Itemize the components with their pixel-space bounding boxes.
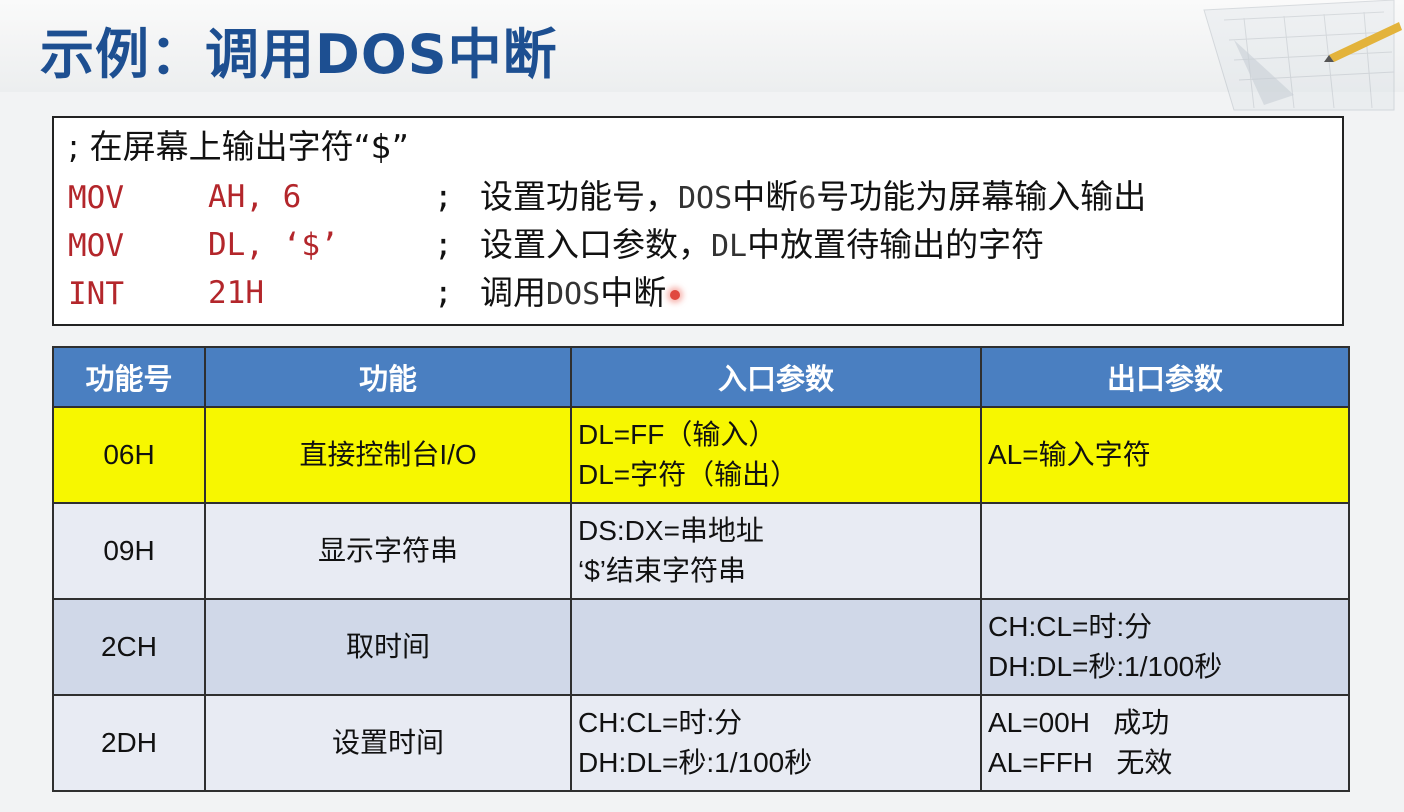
cell-entry-params — [570, 598, 982, 696]
code-comment-line: ; 在屏幕上输出字符“$” — [68, 127, 409, 166]
code-semicolon: ; — [434, 179, 453, 215]
cell-function-number: 2CH — [52, 598, 206, 696]
cell-function: 设置时间 — [204, 694, 572, 792]
code-comment: 设置功能号，DOS中断6号功能为屏幕输入输出 — [480, 177, 1147, 216]
table-header-row: 功能号 功能 入口参数 出口参数 — [52, 346, 1350, 408]
header-entry-params: 入口参数 — [570, 346, 982, 408]
code-opcode: MOV — [68, 180, 124, 216]
cell-function-number: 09H — [52, 502, 206, 600]
cell-exit-params: AL=输入字符 — [980, 406, 1350, 504]
cell-exit-params: CH:CL=时:分 DH:DL=秒:1/100秒 — [980, 598, 1350, 696]
cell-function-number: 2DH — [52, 694, 206, 792]
drafting-tools-decoration — [1203, 0, 1402, 111]
code-line-2: MOV DL, ‘$’ ; 设置入口参数，DL中放置待输出的字符 — [68, 222, 1328, 268]
header-function-number: 功能号 — [52, 346, 206, 408]
cell-entry-params: DL=FF（输入） DL=字符（输出） — [570, 406, 982, 504]
slide-title: 示例：调用DOS中断 — [40, 23, 558, 86]
code-opcode: INT — [68, 276, 124, 312]
code-operands: AH, 6 — [208, 179, 302, 215]
table-row: 09H 显示字符串 DS:DX=串地址 ‘$’结束字符串 — [52, 502, 1350, 600]
table-row: 06H 直接控制台I/O DL=FF（输入） DL=字符（输出） AL=输入字符 — [52, 406, 1350, 504]
cell-exit-params — [980, 502, 1350, 600]
cell-function-number: 06H — [52, 406, 206, 504]
header-exit-params: 出口参数 — [980, 346, 1350, 408]
code-operands: DL, ‘$’ — [208, 227, 339, 263]
cell-function: 取时间 — [204, 598, 572, 696]
code-block: ; 在屏幕上输出字符“$” MOV AH, 6 ; 设置功能号，DOS中断6号功… — [52, 116, 1344, 326]
code-comment: 调用DOS中断 — [480, 270, 681, 318]
cell-exit-params: AL=00H 成功 AL=FFH 无效 — [980, 694, 1350, 792]
cell-function: 直接控制台I/O — [204, 406, 572, 504]
cell-entry-params: DS:DX=串地址 ‘$’结束字符串 — [570, 502, 982, 600]
code-line-1: MOV AH, 6 ; 设置功能号，DOS中断6号功能为屏幕输入输出 — [68, 174, 1328, 220]
table-row: 2DH 设置时间 CH:CL=时:分 DH:DL=秒:1/100秒 AL=00H … — [52, 694, 1350, 792]
cell-entry-params: CH:CL=时:分 DH:DL=秒:1/100秒 — [570, 694, 982, 792]
pointer-cursor-icon — [670, 289, 681, 300]
code-operands: 21H — [208, 275, 264, 311]
code-semicolon: ; — [434, 275, 453, 311]
code-comment: 设置入口参数，DL中放置待输出的字符 — [480, 225, 1045, 264]
cell-function: 显示字符串 — [204, 502, 572, 600]
code-line-3: INT 21H ; 调用DOS中断 — [68, 270, 1328, 316]
code-semicolon: ; — [434, 227, 453, 263]
table-row: 2CH 取时间 CH:CL=时:分 DH:DL=秒:1/100秒 — [52, 598, 1350, 696]
code-opcode: MOV — [68, 228, 124, 264]
dos-function-table: 功能号 功能 入口参数 出口参数 06H 直接控制台I/O DL=FF（输入） D… — [52, 346, 1350, 792]
header-function: 功能 — [204, 346, 572, 408]
